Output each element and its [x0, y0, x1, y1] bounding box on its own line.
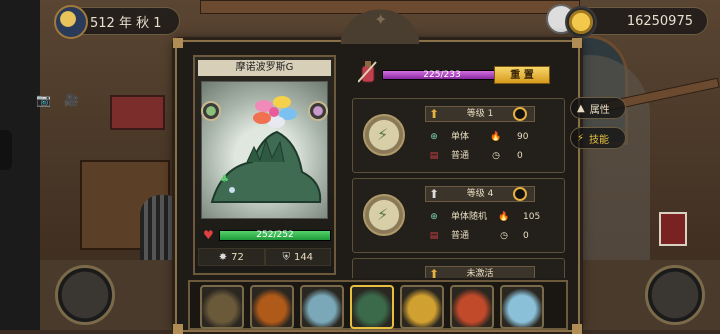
triangle-stack-icon: ▲ — [577, 102, 585, 114]
claw-icon: ▤ — [429, 231, 439, 241]
skill-slot-ring-icon[interactable] — [513, 187, 527, 201]
skill-target: 单体 — [451, 132, 470, 142]
skill-stat-row: ⊕ 单体随机 🔥 105 — [427, 209, 557, 225]
fire-icon: 🔥 — [498, 212, 510, 222]
clock-icon: ◷ — [492, 151, 500, 161]
skill-cooldown: 0 — [517, 151, 523, 161]
skill-level: 未激活 — [466, 269, 494, 278]
roster-slot-5[interactable] — [400, 285, 444, 329]
panel-corner — [572, 38, 582, 48]
skill-level: 等级 1 — [466, 109, 494, 119]
crosshair-icon: ⊕ — [430, 132, 438, 142]
defense-stat: ⛨ 144 — [264, 248, 331, 266]
skill-card-1[interactable]: 等级 1 ⬆ ⊕ 单体 🔥 90 ▤ 普通 ◷ 0 — [352, 98, 565, 173]
level-up-arrow-icon[interactable]: ⬆ — [425, 265, 443, 278]
skill-type: 普通 — [451, 231, 470, 241]
clock-icon: ◷ — [500, 231, 508, 241]
monster-name: 摩诺波罗斯G — [198, 60, 331, 76]
panel-corner — [572, 324, 582, 334]
date-display[interactable]: 512 年 秋 1 — [54, 5, 180, 39]
skill-cooldown: 0 — [523, 231, 529, 241]
panel-corner — [173, 38, 183, 48]
left-corner-menu-button[interactable] — [55, 265, 115, 325]
camera-icon[interactable]: 📷 — [36, 93, 51, 107]
skill-slot-ring-icon[interactable] — [513, 107, 527, 121]
roster-slot-2[interactable] — [250, 285, 294, 329]
attack-value: 72 — [231, 251, 244, 263]
gold-amount: 16250975 — [626, 13, 693, 29]
roster-slot-6[interactable] — [450, 285, 494, 329]
svg-text:♣: ♣ — [220, 174, 229, 185]
crosshair-icon: ⊕ — [430, 212, 438, 222]
skill-list[interactable]: 等级 1 ⬆ ⊕ 单体 🔥 90 ▤ 普通 ◷ 0 等级 4 ⬆ ⊕ 单体随机 … — [352, 98, 565, 278]
hp-row: ♥ 252/252 — [203, 228, 331, 242]
attack-stat: ✸ 72 — [198, 248, 265, 266]
panel-corner — [173, 324, 183, 334]
hp-text: 252/252 — [256, 230, 294, 240]
skill-stat-row: ⊕ 单体 🔥 90 — [427, 129, 557, 145]
tab-label: 属性 — [589, 104, 610, 116]
roster-slot-1[interactable] — [200, 285, 244, 329]
panel-crown-ornament — [330, 0, 430, 44]
attack-icon: ✸ — [218, 251, 228, 263]
defense-value: 144 — [293, 251, 314, 263]
stats-row: ✸ 72 ⛨ 144 — [198, 248, 331, 266]
skill-card-2[interactable]: 等级 4 ⬆ ⊕ 单体随机 🔥 105 ▤ 普通 ◷ 0 — [352, 178, 565, 253]
tab-skills[interactable]: ⚡ 技能 — [570, 127, 626, 149]
monster-image: ♣ — [201, 81, 328, 219]
background-red-sign — [110, 95, 165, 130]
reset-button[interactable]: 重 置 — [494, 66, 550, 84]
element-badge-right[interactable] — [308, 101, 328, 121]
screen-edge-handle — [0, 130, 12, 170]
skill-level: 等级 4 — [466, 189, 494, 199]
gold-display[interactable]: 16250975 — [565, 6, 708, 38]
level-up-arrow-icon[interactable]: ⬆ — [425, 105, 443, 123]
skill-stat-row: ▤ 普通 ◷ 0 — [427, 148, 557, 164]
gold-coin-icon — [565, 6, 597, 38]
skill-type: 普通 — [451, 151, 470, 161]
roster-slot-7[interactable] — [500, 285, 544, 329]
tab-label: 技能 — [589, 134, 610, 146]
skill-stat-row: ▤ 普通 ◷ 0 — [427, 228, 557, 244]
tab-attributes[interactable]: ▲ 属性 — [570, 97, 626, 119]
element-badge-left[interactable] — [201, 101, 221, 121]
quest-flag-icon[interactable] — [659, 212, 687, 246]
potion-icon — [358, 61, 377, 83]
shield-icon: ⛨ — [282, 251, 290, 263]
skill-target: 单体随机 — [451, 212, 488, 222]
skill-icon — [363, 114, 405, 156]
monster-portrait-card: 摩诺波罗斯G ♣ ♥ 252/252 ✸ 72 ⛨ 144 — [193, 55, 336, 275]
roster-slot-3[interactable] — [300, 285, 344, 329]
skill-card-3[interactable]: 未激活 ⬆ — [352, 258, 565, 278]
right-corner-menu-button[interactable] — [645, 265, 705, 325]
lightning-icon: ⚡ — [577, 132, 585, 144]
moon-clock-icon — [54, 5, 88, 39]
video-icon[interactable]: 🎥 — [64, 93, 79, 107]
heart-icon: ♥ — [203, 228, 214, 242]
date-label: 512 年 秋 1 — [90, 15, 162, 31]
claw-icon: ▤ — [429, 151, 439, 161]
monster-illustration: ♣ — [210, 96, 322, 203]
exp-text: 225/233 — [423, 70, 461, 80]
fire-icon: 🔥 — [490, 132, 502, 142]
monster-roster-bar[interactable] — [188, 280, 568, 330]
roster-slot-4[interactable] — [350, 285, 394, 329]
skill-icon — [363, 194, 405, 236]
skill-power: 105 — [523, 212, 541, 222]
level-up-arrow-icon[interactable]: ⬆ — [425, 185, 443, 203]
skill-power: 90 — [517, 132, 529, 142]
